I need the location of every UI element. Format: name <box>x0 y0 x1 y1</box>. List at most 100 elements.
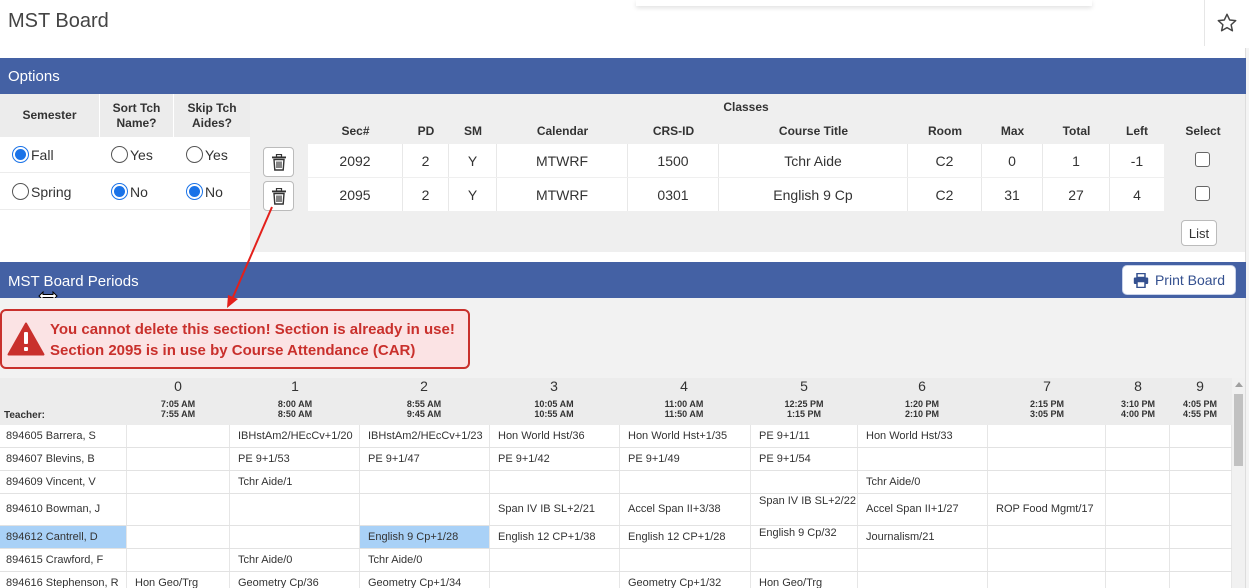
period-cell[interactable] <box>1106 448 1170 470</box>
period-cell[interactable]: English 12 CP+1/28 <box>620 526 751 548</box>
period-cell[interactable]: Span IV IB SL+2/22 <box>751 494 858 525</box>
period-cell[interactable]: English 12 CP+1/38 <box>490 526 620 548</box>
teacher-cell[interactable]: 894612 Cantrell, D <box>0 526 127 548</box>
period-cell[interactable]: Span IV IB SL+2/21 <box>490 494 620 525</box>
period-cell[interactable] <box>127 549 230 571</box>
period-start-time: 12:25 PM <box>784 399 824 409</box>
period-cell[interactable] <box>360 494 490 525</box>
period-cell[interactable]: Tchr Aide/1 <box>230 471 360 493</box>
period-cell[interactable] <box>230 494 360 525</box>
period-cell[interactable]: Accel Span II+1/27 <box>858 494 988 525</box>
period-cell[interactable] <box>751 471 858 493</box>
period-cell[interactable] <box>988 526 1106 548</box>
period-number: 7 <box>1043 378 1051 394</box>
period-cell[interactable]: PE 9+1/49 <box>620 448 751 470</box>
period-cell[interactable] <box>751 549 858 571</box>
period-cell[interactable]: Hon Geo/Trg <box>127 572 230 588</box>
scroll-thumb[interactable] <box>1234 394 1243 466</box>
cell-max: 31 <box>982 178 1043 211</box>
cell-sm: Y <box>449 144 497 177</box>
select-2092-checkbox[interactable] <box>1195 152 1210 167</box>
period-cell[interactable] <box>1170 572 1232 588</box>
period-cell[interactable]: PE 9+1/42 <box>490 448 620 470</box>
period-cell[interactable]: PE 9+1/53 <box>230 448 360 470</box>
select-2095-checkbox[interactable] <box>1195 186 1210 201</box>
period-cell[interactable] <box>858 448 988 470</box>
period-cell[interactable]: Hon World Hst/36 <box>490 425 620 447</box>
teacher-cell[interactable]: 894616 Stephenson, R <box>0 572 127 588</box>
period-cell[interactable] <box>1106 572 1170 588</box>
teacher-cell[interactable]: 894615 Crawford, F <box>0 549 127 571</box>
cell-course-title: English 9 Cp <box>719 178 908 211</box>
period-cell[interactable]: ROP Food Mgmt/17 <box>988 494 1106 525</box>
cell-crs-id: 1500 <box>628 144 719 177</box>
period-cell[interactable] <box>127 471 230 493</box>
teacher-cell[interactable]: 894609 Vincent, V <box>0 471 127 493</box>
period-cell[interactable] <box>490 471 620 493</box>
period-cell[interactable]: PE 9+1/11 <box>751 425 858 447</box>
teacher-cell[interactable]: 894605 Barrera, S <box>0 425 127 447</box>
period-cell[interactable]: Hon Geo/Trg <box>751 572 858 588</box>
period-cell[interactable] <box>988 448 1106 470</box>
period-cell[interactable] <box>858 572 988 588</box>
period-cell[interactable]: Geometry Cp+1/34 <box>360 572 490 588</box>
period-cell[interactable]: Journalism/21 <box>858 526 988 548</box>
col-calendar: Calendar <box>536 124 589 138</box>
period-cell[interactable] <box>1106 494 1170 525</box>
period-cell[interactable]: Tchr Aide/0 <box>230 549 360 571</box>
period-number: 3 <box>550 378 558 394</box>
teacher-cell[interactable]: 894610 Bowman, J <box>0 494 127 525</box>
period-cell[interactable]: IBHstAm2/HEcCv+1/23 <box>360 425 490 447</box>
period-cell[interactable]: English 9 Cp+1/28 <box>360 526 490 548</box>
period-cell[interactable] <box>988 549 1106 571</box>
period-cell[interactable]: Geometry Cp/36 <box>230 572 360 588</box>
period-cell[interactable] <box>1106 425 1170 447</box>
print-board-label: Print Board <box>1154 272 1226 288</box>
period-cell[interactable]: Accel Span II+3/38 <box>620 494 751 525</box>
page-scrollbar[interactable] <box>1245 48 1249 588</box>
period-cell[interactable] <box>988 471 1106 493</box>
period-cell[interactable] <box>230 526 360 548</box>
board-scrollbar[interactable] <box>1232 378 1245 588</box>
period-cell[interactable] <box>1170 494 1232 525</box>
period-cell[interactable] <box>858 549 988 571</box>
period-cell[interactable] <box>1106 526 1170 548</box>
period-cell[interactable]: Tchr Aide/0 <box>858 471 988 493</box>
period-cell[interactable] <box>1170 526 1232 548</box>
period-cell[interactable]: Hon World Hst/33 <box>858 425 988 447</box>
period-cell[interactable] <box>1170 425 1232 447</box>
period-cell[interactable] <box>360 471 490 493</box>
period-cell[interactable] <box>988 425 1106 447</box>
period-cell[interactable] <box>490 572 620 588</box>
favorite-button[interactable] <box>1204 0 1249 46</box>
period-cell[interactable] <box>620 549 751 571</box>
cell-calendar: MTWRF <box>497 144 628 177</box>
period-cell[interactable]: Hon World Hst+1/35 <box>620 425 751 447</box>
period-cell[interactable] <box>127 494 230 525</box>
period-cell[interactable] <box>988 572 1106 588</box>
period-cell[interactable]: English 9 Cp/32 <box>751 526 858 548</box>
period-start-time: 7:05 AM <box>160 399 196 409</box>
period-cell[interactable] <box>1170 448 1232 470</box>
print-board-button[interactable]: Print Board <box>1122 265 1236 295</box>
cell-left: -1 <box>1130 152 1144 169</box>
teacher-cell[interactable]: 894607 Blevins, B <box>0 448 127 470</box>
list-button[interactable]: List <box>1181 220 1217 246</box>
scroll-up-arrow-icon[interactable] <box>1235 382 1243 387</box>
table-row: 894616 Stephenson, R Hon Geo/Trg Geometry … <box>0 572 1232 588</box>
cell-left: 4 <box>1133 186 1141 203</box>
period-cell[interactable] <box>1170 549 1232 571</box>
period-cell[interactable] <box>127 448 230 470</box>
period-cell[interactable]: PE 9+1/54 <box>751 448 858 470</box>
period-cell[interactable] <box>127 425 230 447</box>
period-cell[interactable] <box>127 526 230 548</box>
period-cell[interactable]: IBHstAm2/HEcCv+1/20 <box>230 425 360 447</box>
period-cell[interactable] <box>490 549 620 571</box>
period-cell[interactable]: Tchr Aide/0 <box>360 549 490 571</box>
period-cell[interactable] <box>1170 471 1232 493</box>
period-cell[interactable] <box>1106 471 1170 493</box>
period-cell[interactable] <box>1106 549 1170 571</box>
period-cell[interactable] <box>620 471 751 493</box>
period-cell[interactable]: PE 9+1/47 <box>360 448 490 470</box>
period-cell[interactable]: Geometry Cp+1/32 <box>620 572 751 588</box>
